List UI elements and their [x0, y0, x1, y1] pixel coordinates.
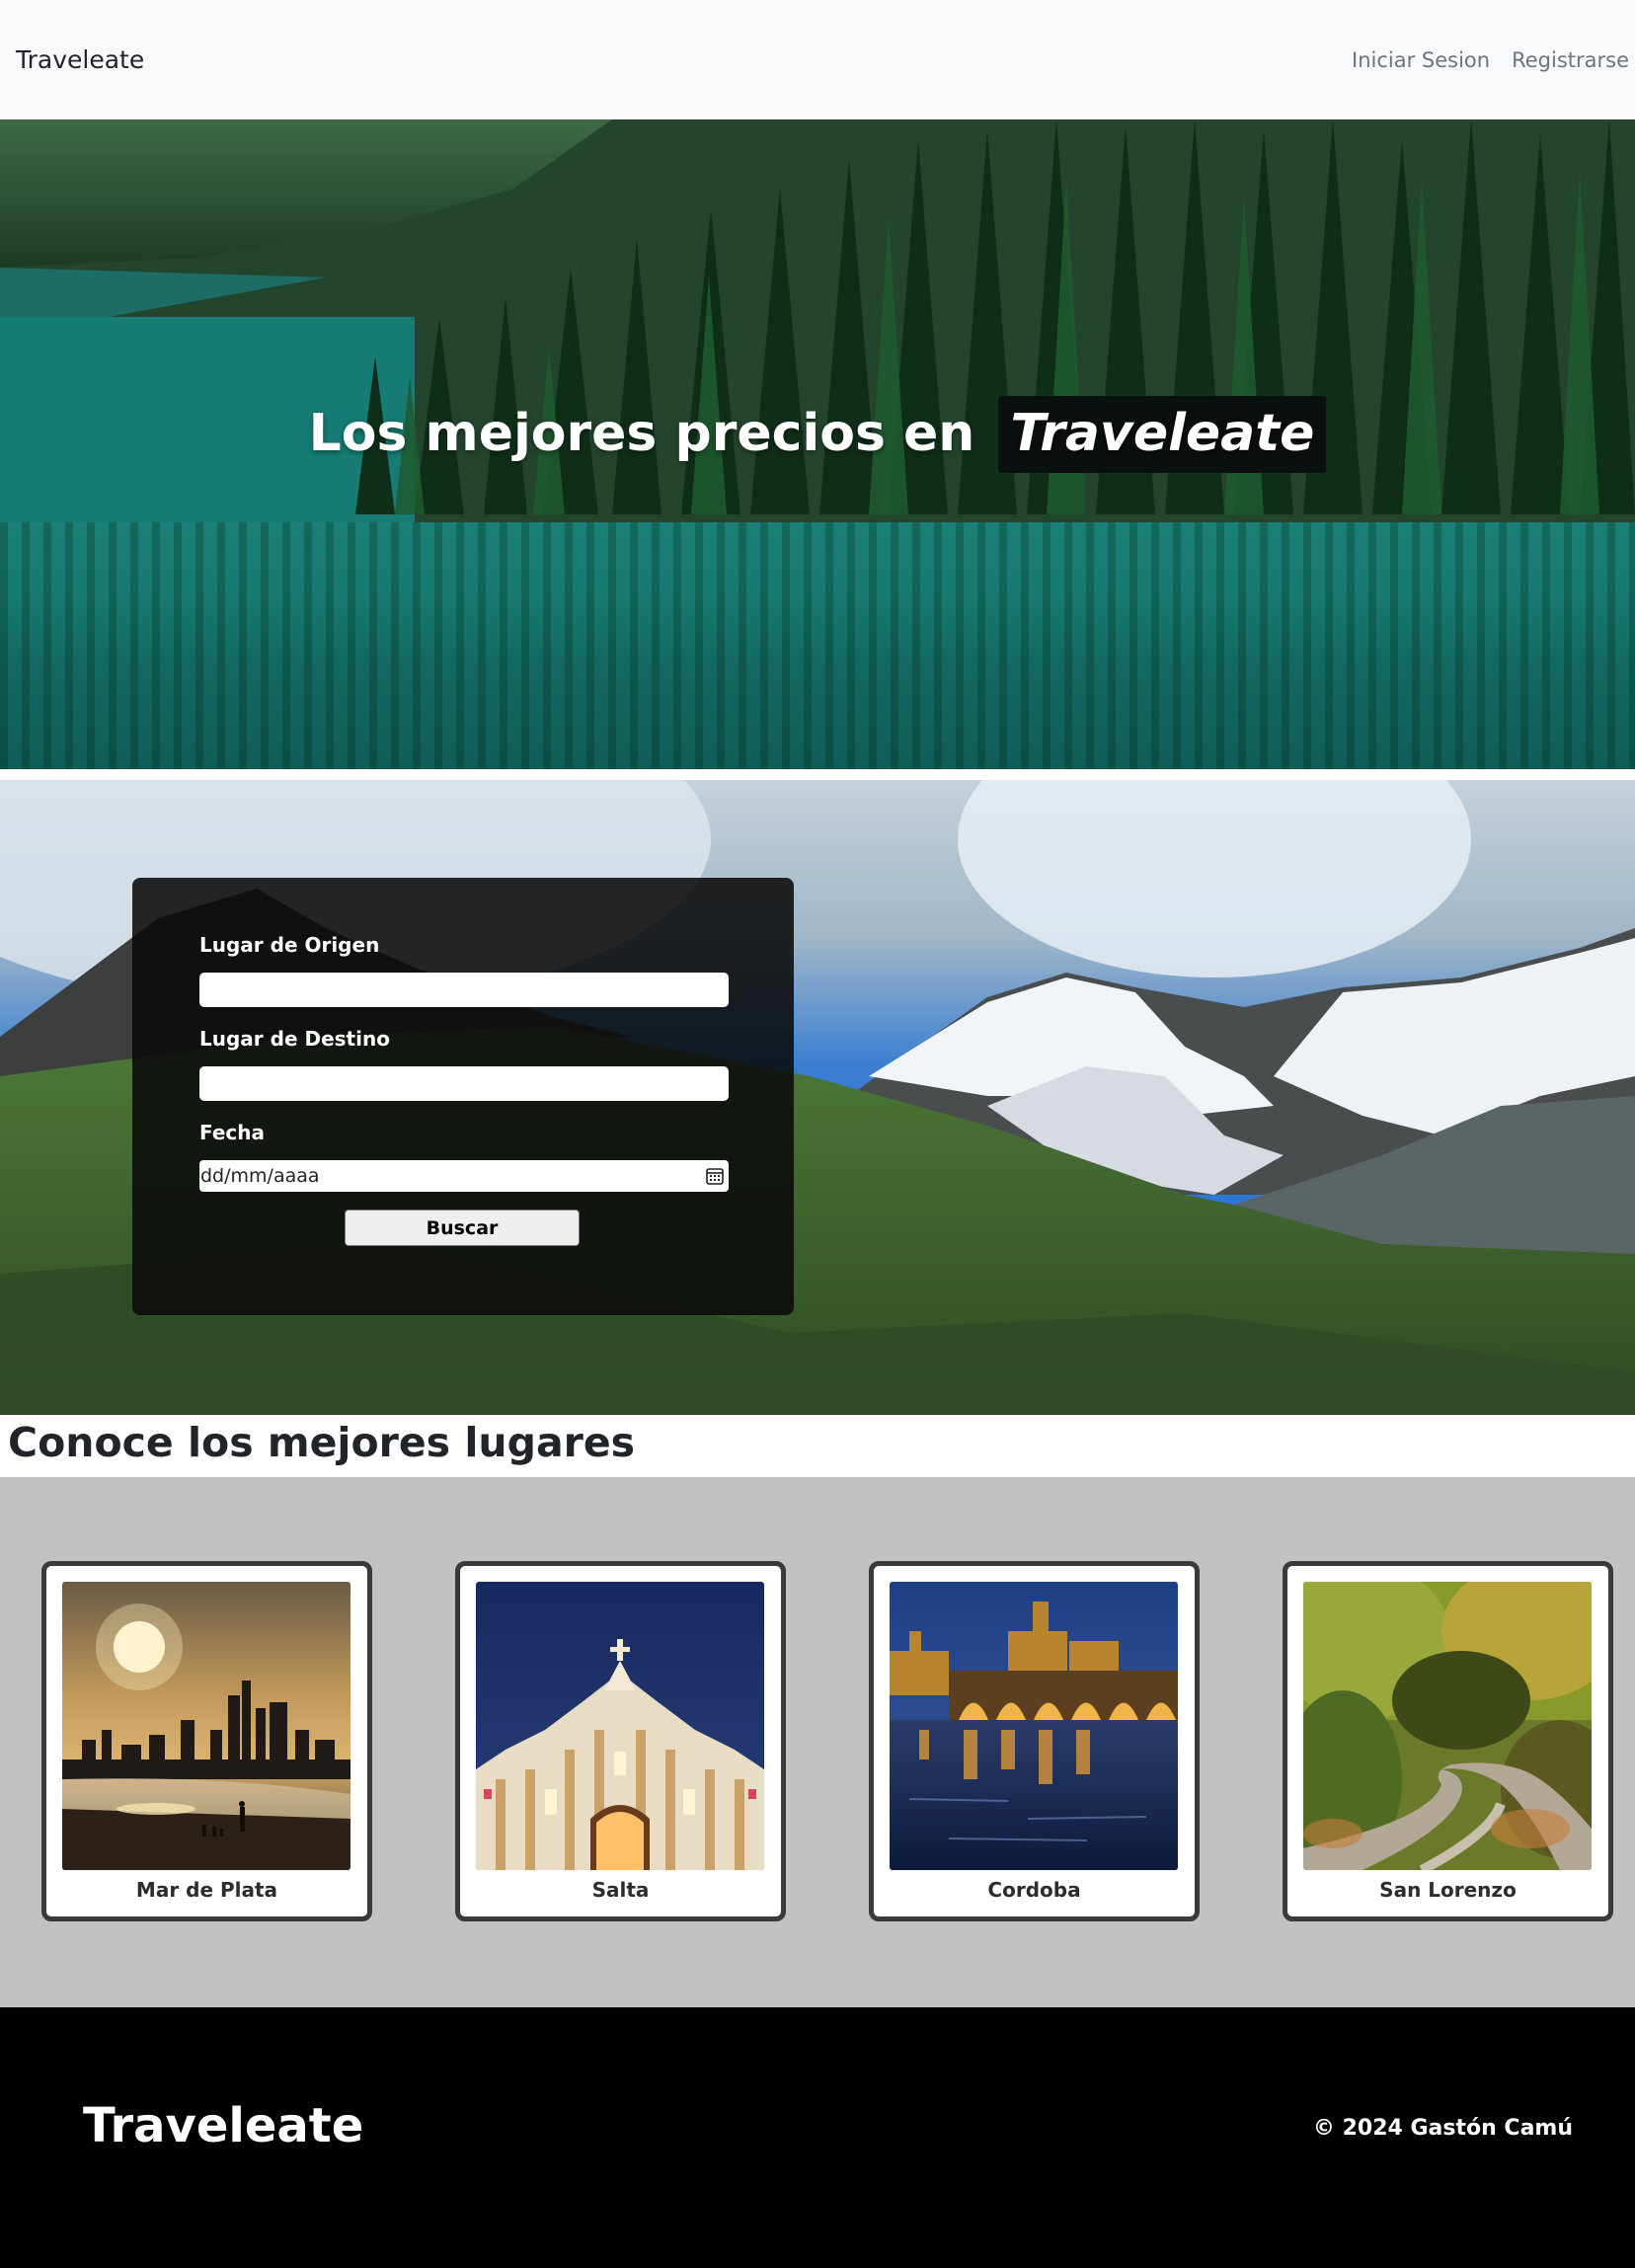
- bridge-night-image: [890, 1582, 1178, 1870]
- hero-title-brand: Traveleate: [998, 396, 1327, 473]
- lake-reflection: [0, 521, 1635, 769]
- places-heading: Conoce los mejores lugares: [8, 1419, 636, 1466]
- search-button[interactable]: Buscar: [345, 1210, 580, 1246]
- search-form: Lugar de Origen Lugar de Destino Fecha d…: [132, 878, 794, 1315]
- nav-links: Iniciar Sesion Registrarse: [1330, 48, 1635, 72]
- place-name: Mar de Plata: [135, 1878, 278, 1902]
- footer-copyright: © 2024 Gastón Camú: [1312, 2116, 1573, 2141]
- calendar-icon[interactable]: [705, 1166, 725, 1186]
- sunset-beach-skyline-image: [62, 1582, 350, 1870]
- navbar-brand[interactable]: Traveleate: [16, 45, 144, 74]
- date-placeholder: dd/mm/aaaa: [200, 1165, 320, 1187]
- hero-banner: Los mejores precios en Traveleate: [0, 119, 1635, 769]
- navbar: Traveleate Iniciar Sesion Registrarse: [0, 0, 1635, 119]
- place-card-san-lorenzo[interactable]: San Lorenzo: [1283, 1561, 1613, 1921]
- register-link[interactable]: Registrarse: [1512, 48, 1629, 72]
- footer: Traveleate © 2024 Gastón Camú: [0, 2007, 1635, 2268]
- origin-label: Lugar de Origen: [199, 933, 380, 957]
- forest-road-image: [1303, 1582, 1592, 1870]
- place-card-salta[interactable]: Salta: [455, 1561, 786, 1921]
- cathedral-night-image: [476, 1582, 764, 1870]
- place-card-mar-de-plata[interactable]: Mar de Plata: [41, 1561, 372, 1921]
- origin-input[interactable]: [199, 973, 729, 1007]
- destination-label: Lugar de Destino: [199, 1027, 390, 1051]
- footer-brand: Traveleate: [83, 2098, 364, 2153]
- place-name: San Lorenzo: [1379, 1878, 1517, 1902]
- hero-title-prefix: Los mejores precios en: [308, 404, 975, 463]
- places-section: Mar de Plata Salta Cordoba San Lorenzo: [0, 1477, 1635, 2007]
- place-name: Salta: [591, 1878, 650, 1902]
- login-link[interactable]: Iniciar Sesion: [1352, 48, 1490, 72]
- hero-title: Los mejores precios en Traveleate: [0, 396, 1635, 473]
- place-name: Cordoba: [987, 1878, 1081, 1902]
- date-label: Fecha: [199, 1121, 266, 1144]
- destination-input[interactable]: [199, 1066, 729, 1101]
- search-section: Lugar de Origen Lugar de Destino Fecha d…: [0, 780, 1635, 1415]
- date-input[interactable]: dd/mm/aaaa: [199, 1160, 729, 1192]
- place-card-cordoba[interactable]: Cordoba: [869, 1561, 1200, 1921]
